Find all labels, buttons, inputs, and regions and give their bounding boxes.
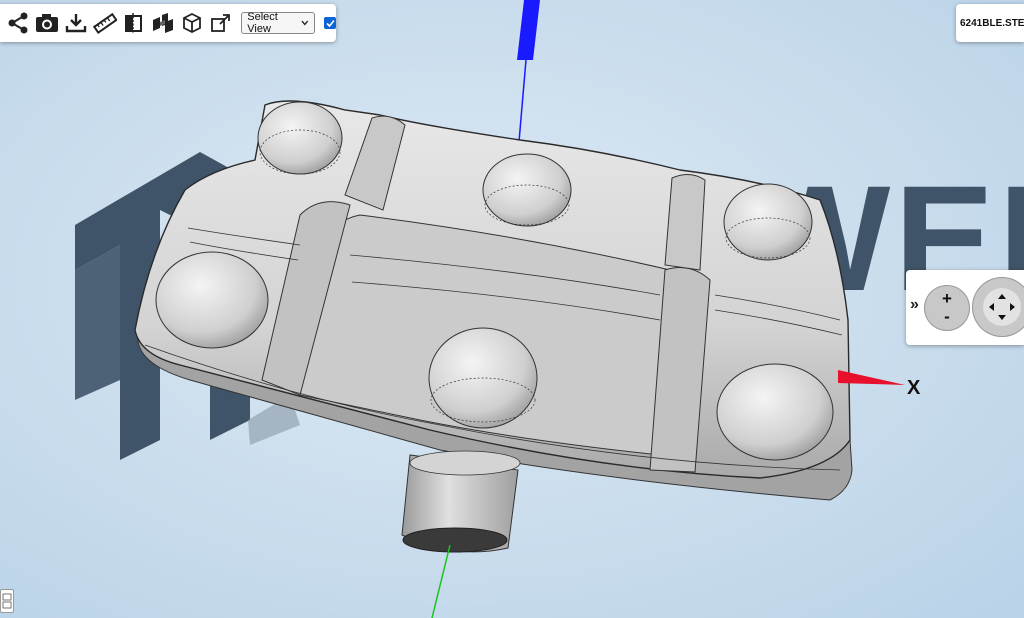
- view-select[interactable]: Select View: [241, 11, 316, 35]
- view-select-value: Select View: [247, 11, 278, 35]
- zoom-in-button[interactable]: +: [924, 289, 970, 309]
- screenshot-button[interactable]: [33, 8, 62, 38]
- share-button[interactable]: [4, 8, 33, 38]
- x-axis-label: X: [907, 377, 921, 399]
- corner-widget[interactable]: [0, 589, 14, 613]
- z-axis-arrow: [517, 0, 540, 60]
- dome-3: [723, 183, 813, 261]
- section-cut-icon: [125, 13, 143, 34]
- ruler-icon: [93, 12, 118, 34]
- chevron-down-icon: [301, 20, 309, 26]
- pan-arrows-icon: [989, 294, 1015, 320]
- download-icon: [66, 14, 87, 33]
- share-icon: [8, 12, 28, 34]
- x-axis-arrow: [838, 370, 905, 385]
- dome-1: [257, 101, 343, 175]
- popout-button[interactable]: [206, 8, 235, 38]
- dome-5: [428, 327, 538, 429]
- cube-icon: [182, 12, 201, 34]
- zoom-control: + -: [924, 285, 970, 331]
- section-button[interactable]: [120, 8, 149, 38]
- checkmark-icon: [325, 19, 335, 27]
- popout-icon: [210, 14, 230, 32]
- download-button[interactable]: [62, 8, 91, 38]
- top-toolbar: Select View: [0, 4, 336, 42]
- viewport-3d[interactable]: VIEWER: [0, 0, 1024, 618]
- measure-button[interactable]: [91, 8, 120, 38]
- collapse-panel-button[interactable]: »: [910, 296, 919, 314]
- dome-2: [482, 153, 572, 227]
- corner-icon: [2, 593, 12, 609]
- dome-4: [155, 251, 269, 349]
- outlet-cylinder: [401, 450, 521, 553]
- file-name: 6241BLE.STEP: [960, 17, 1024, 29]
- camera-icon: [36, 14, 59, 32]
- navigation-panel: » + -: [906, 270, 1024, 345]
- dome-6: [716, 363, 834, 461]
- view-cube-button[interactable]: [177, 8, 206, 38]
- file-name-tab: 6241BLE.STEP: [956, 4, 1024, 42]
- explode-icon: [152, 13, 173, 33]
- pan-control[interactable]: [972, 277, 1024, 337]
- y-axis-line: [431, 544, 451, 618]
- display-checkbox[interactable]: [324, 17, 336, 29]
- zoom-out-button[interactable]: -: [924, 307, 970, 327]
- explode-button[interactable]: [149, 8, 178, 38]
